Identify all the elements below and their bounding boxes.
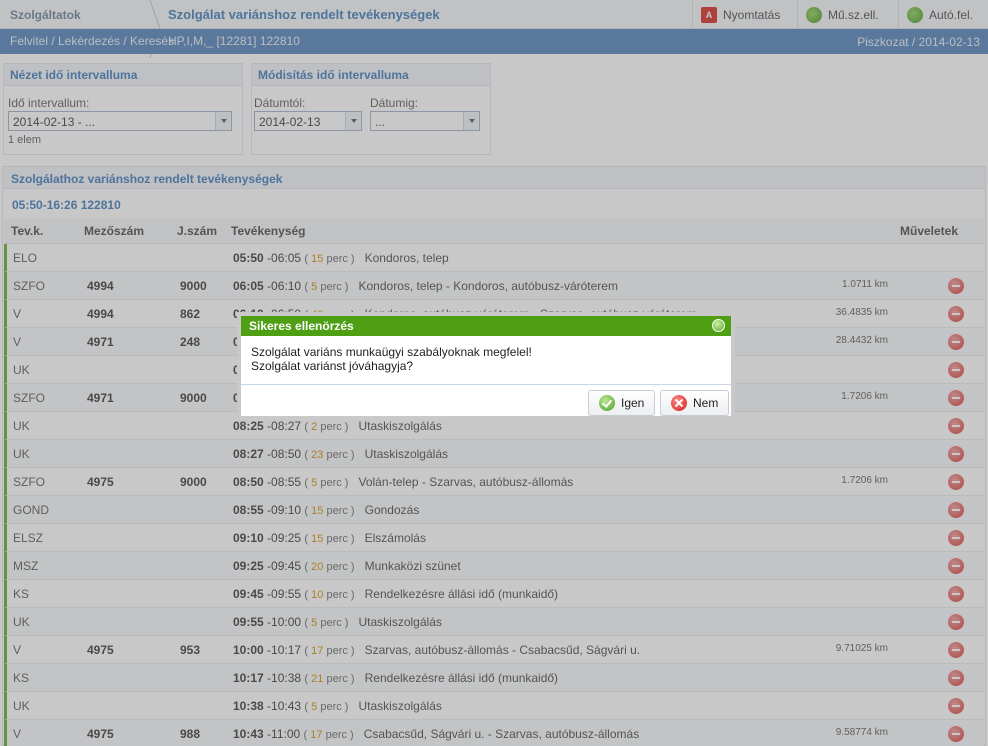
success-icon <box>712 319 725 332</box>
dialog-message: Szolgálat variáns munkaügyi szabályoknak… <box>241 336 731 382</box>
dialog-title: Sikeres ellenörzés <box>249 319 354 333</box>
yes-button-label: Igen <box>621 396 645 410</box>
close-icon <box>671 395 687 411</box>
confirm-dialog: Sikeres ellenörzés Szolgálat variáns mun… <box>237 312 735 420</box>
yes-button[interactable]: Igen <box>588 390 656 416</box>
no-button-label: Nem <box>693 396 719 410</box>
dialog-header: Sikeres ellenörzés <box>241 316 731 336</box>
check-icon <box>599 395 615 411</box>
dialog-line-2: Szolgálat variánst jóváhagyja? <box>251 359 414 373</box>
dialog-line-1: Szolgálat variáns munkaügyi szabályoknak… <box>251 345 532 359</box>
no-button[interactable]: Nem <box>660 390 730 416</box>
dialog-footer: Igen Nem <box>241 384 731 416</box>
